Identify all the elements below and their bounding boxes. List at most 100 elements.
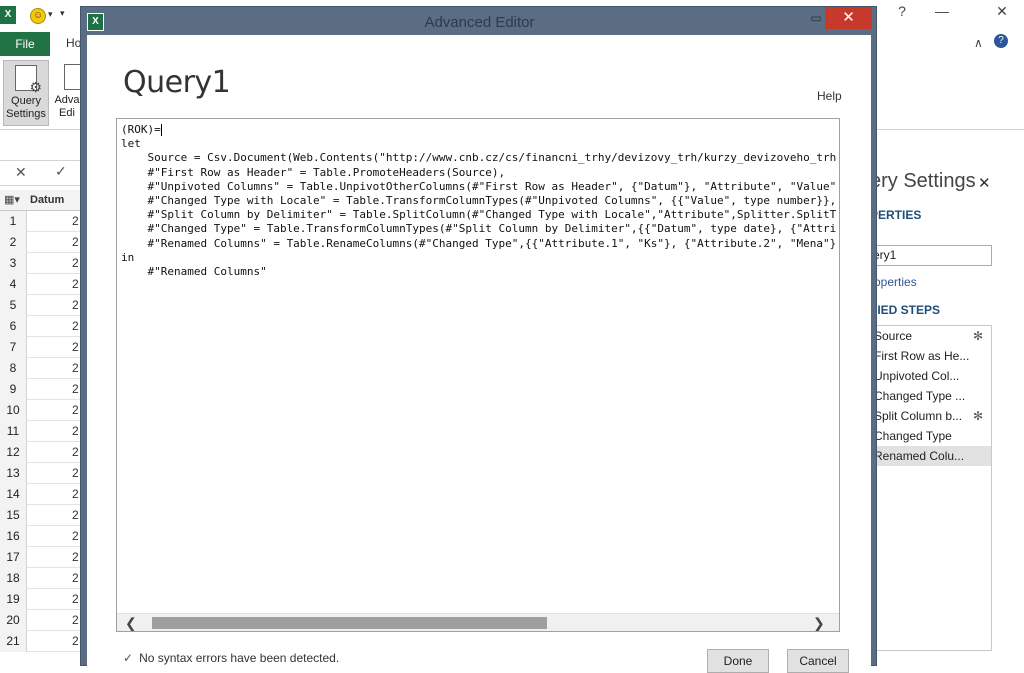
close-icon[interactable]: ✕ xyxy=(978,174,991,192)
table-row[interactable]: 20 2 xyxy=(0,610,82,631)
row-number[interactable]: 8 xyxy=(0,358,27,379)
cell-value[interactable]: 2 xyxy=(72,298,79,312)
scrollbar-thumb[interactable] xyxy=(152,617,547,629)
cell-value[interactable]: 2 xyxy=(72,319,79,333)
tab-file[interactable]: File xyxy=(0,32,50,56)
row-number[interactable]: 5 xyxy=(0,295,27,316)
table-row[interactable]: 11 2 xyxy=(0,421,82,442)
cell-value[interactable]: 2 xyxy=(72,340,79,354)
table-row[interactable]: 15 2 xyxy=(0,505,82,526)
cell-value[interactable]: 2 xyxy=(72,466,79,480)
row-number[interactable]: 3 xyxy=(0,253,27,274)
table-row[interactable]: 12 2 xyxy=(0,442,82,463)
cell-value[interactable]: 2 xyxy=(72,613,79,627)
advanced-editor-button[interactable]: Adva Edi xyxy=(52,60,82,126)
code-line[interactable]: #"Changed Type with Locale" = Table.Tran… xyxy=(121,194,837,208)
code-line[interactable]: #"Changed Type" = Table.TransformColumnT… xyxy=(121,222,837,236)
table-row[interactable]: 17 2 xyxy=(0,547,82,568)
cell-value[interactable]: 2 xyxy=(72,571,79,585)
cell-value[interactable]: 2 xyxy=(72,235,79,249)
query-settings-button[interactable]: ⚙ Query Settings xyxy=(3,60,49,126)
scroll-left-icon[interactable]: ❮ xyxy=(125,614,137,631)
table-icon[interactable]: ▦▾ xyxy=(4,193,20,206)
code-line[interactable]: #"Renamed Columns" xyxy=(121,265,837,279)
row-number[interactable]: 21 xyxy=(0,631,27,652)
row-number[interactable]: 17 xyxy=(0,547,27,568)
all-properties-link[interactable]: roperties xyxy=(870,275,917,289)
table-row[interactable]: 10 2 xyxy=(0,400,82,421)
customize-qat-icon[interactable]: ▾ xyxy=(60,8,65,19)
row-number[interactable]: 14 xyxy=(0,484,27,505)
applied-step[interactable]: Renamed Colu... xyxy=(870,446,991,466)
cell-value[interactable]: 2 xyxy=(72,529,79,543)
cell-value[interactable]: 2 xyxy=(72,382,79,396)
row-number[interactable]: 7 xyxy=(0,337,27,358)
table-row[interactable]: 52 xyxy=(0,295,82,316)
row-number[interactable]: 10 xyxy=(0,400,27,421)
row-number[interactable]: 19 xyxy=(0,589,27,610)
chevron-down-icon[interactable]: ▾ xyxy=(48,9,53,20)
row-number[interactable]: 16 xyxy=(0,526,27,547)
table-row[interactable]: 13 2 xyxy=(0,463,82,484)
table-row[interactable]: 14 2 xyxy=(0,484,82,505)
dialog-titlebar[interactable]: Advanced Editor X ▭ ✕ xyxy=(81,7,878,35)
applied-step[interactable]: Unpivoted Col... xyxy=(870,366,991,386)
cell-value[interactable]: 2 xyxy=(72,487,79,501)
cancel-button[interactable]: Cancel xyxy=(787,649,849,673)
step-settings-icon[interactable]: ✻ xyxy=(973,326,983,346)
applied-step[interactable]: Source ✻ xyxy=(870,326,991,346)
cancel-formula-icon[interactable]: ✕ xyxy=(15,164,27,181)
cell-value[interactable]: 2 xyxy=(72,550,79,564)
cell-value[interactable]: 2 xyxy=(72,256,79,270)
query-name-field[interactable]: ery1 xyxy=(870,245,992,266)
confirm-formula-icon[interactable]: ✓ xyxy=(55,163,67,180)
cell-value[interactable]: 2 xyxy=(72,508,79,522)
maximize-icon[interactable]: ▭ xyxy=(808,11,824,25)
applied-step[interactable]: Split Column b... ✻ xyxy=(870,406,991,426)
code-line[interactable]: #"Split Column by Delimiter" = Table.Spl… xyxy=(121,208,837,222)
collapse-ribbon-icon[interactable]: ∧ xyxy=(974,36,983,50)
column-header-datum[interactable]: Datum xyxy=(30,194,64,206)
cell-value[interactable]: 2 xyxy=(72,424,79,438)
row-number[interactable]: 20 xyxy=(0,610,27,631)
cell-value[interactable]: 2 xyxy=(72,445,79,459)
code-line[interactable]: in xyxy=(121,251,837,265)
row-number[interactable]: 4 xyxy=(0,274,27,295)
table-row[interactable]: 42 xyxy=(0,274,82,295)
cell-value[interactable]: 2 xyxy=(72,403,79,417)
code-line[interactable]: #"Renamed Columns" = Table.RenameColumns… xyxy=(121,237,837,251)
smiley-icon[interactable]: ☺ xyxy=(30,8,46,24)
row-number[interactable]: 13 xyxy=(0,463,27,484)
table-row[interactable]: 19 2 xyxy=(0,589,82,610)
row-number[interactable]: 11 xyxy=(0,421,27,442)
row-number[interactable]: 1 xyxy=(0,211,27,232)
step-settings-icon[interactable]: ✻ xyxy=(973,406,983,426)
code-editor[interactable]: (ROK)= let Source = Csv.Document(Web.Cont… xyxy=(116,118,840,632)
row-number[interactable]: 12 xyxy=(0,442,27,463)
table-row[interactable]: 32 xyxy=(0,253,82,274)
help-icon[interactable]: ? xyxy=(880,0,924,24)
help-link[interactable]: Help xyxy=(817,89,842,103)
table-row[interactable]: 82 xyxy=(0,358,82,379)
done-button[interactable]: Done xyxy=(707,649,769,673)
horizontal-scrollbar[interactable]: ❮ ❯ xyxy=(117,613,839,631)
row-number[interactable]: 9 xyxy=(0,379,27,400)
minimize-icon[interactable]: — xyxy=(920,0,964,24)
applied-step[interactable]: First Row as He... xyxy=(870,346,991,366)
table-row[interactable]: 72 xyxy=(0,337,82,358)
row-number[interactable]: 2 xyxy=(0,232,27,253)
table-row[interactable]: 22 xyxy=(0,232,82,253)
dialog-close-button[interactable]: ✕ xyxy=(825,7,872,29)
table-row[interactable]: 12 xyxy=(0,211,82,232)
code-line[interactable]: #"Unpivoted Columns" = Table.UnpivotOthe… xyxy=(121,180,837,194)
table-row[interactable]: 16 2 xyxy=(0,526,82,547)
cell-value[interactable]: 2 xyxy=(72,592,79,606)
table-row[interactable]: 62 xyxy=(0,316,82,337)
cell-value[interactable]: 2 xyxy=(72,214,79,228)
code-line[interactable]: (ROK)= xyxy=(121,123,837,137)
code-text[interactable]: (ROK)= let Source = Csv.Document(Web.Cont… xyxy=(121,123,837,613)
applied-step[interactable]: Changed Type xyxy=(870,426,991,446)
cell-value[interactable]: 2 xyxy=(72,277,79,291)
scroll-right-icon[interactable]: ❯ xyxy=(813,614,825,631)
table-row[interactable]: 18 2 xyxy=(0,568,82,589)
